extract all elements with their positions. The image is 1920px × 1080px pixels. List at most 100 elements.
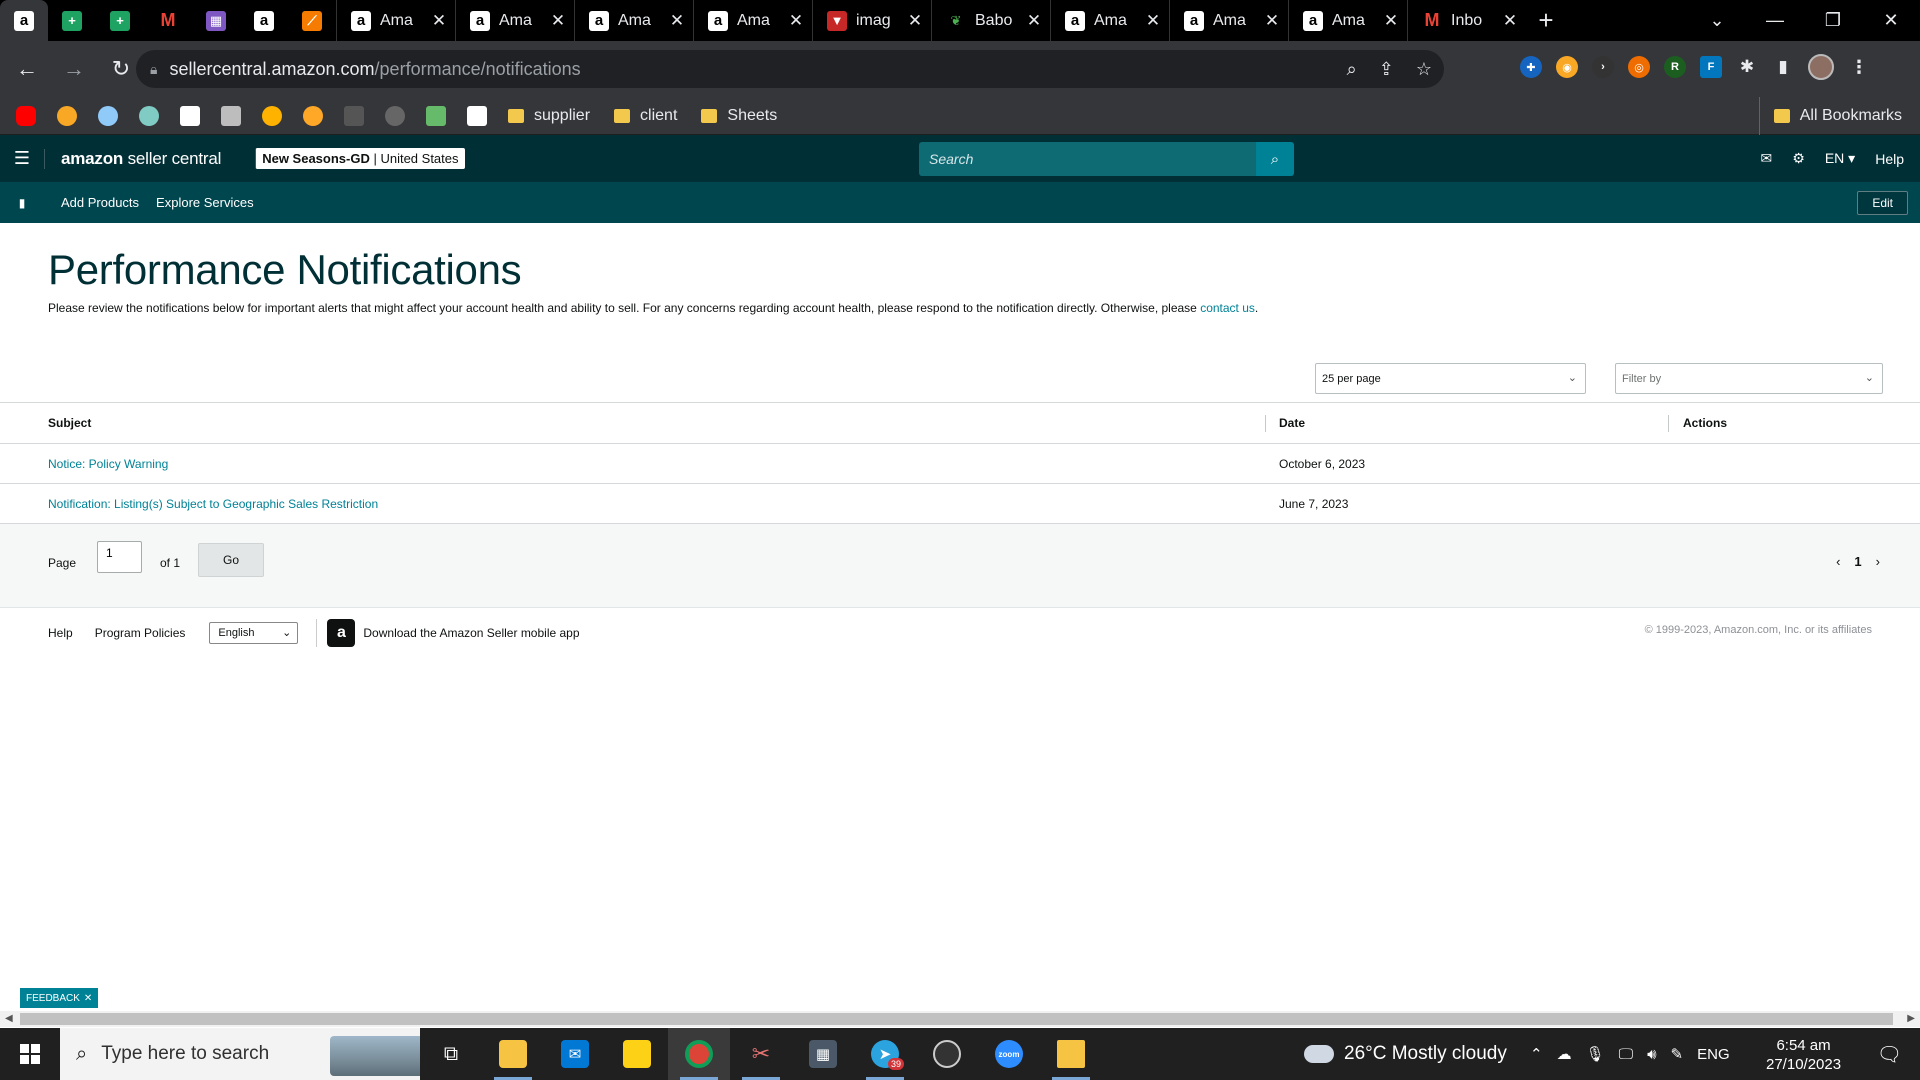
gear-icon[interactable]: ⚙	[1792, 150, 1805, 167]
taskbar-file-explorer[interactable]	[482, 1028, 544, 1080]
bookmark-folder-supplier[interactable]: supplier	[508, 107, 590, 125]
browser-tab[interactable]: a Ama ✕	[693, 0, 812, 41]
chatgpt-icon[interactable]	[139, 105, 159, 126]
bookmark-folder-sheets[interactable]: Sheets	[701, 107, 777, 125]
task-view-button[interactable]: ⧉	[420, 1028, 482, 1080]
pinned-tab-sheets-1[interactable]: +	[48, 0, 96, 41]
browser-tab[interactable]: a Ama ✕	[455, 0, 574, 41]
taskbar-clock[interactable]: 6:54 am 27/10/2023	[1766, 1036, 1841, 1074]
browser-tab[interactable]: a Ama ✕	[1050, 0, 1169, 41]
taskbar-chrome[interactable]	[668, 1028, 730, 1080]
browser-tab[interactable]: a Ama ✕	[336, 0, 455, 41]
weather-widget[interactable]: 26°C Mostly cloudy	[1300, 1028, 1507, 1080]
close-icon[interactable]: ✕	[1026, 11, 1042, 31]
volume-icon[interactable]: 🔊︎	[1647, 1046, 1656, 1063]
taskbar-sticky-notes[interactable]	[606, 1028, 668, 1080]
footer-language-select[interactable]: English ⌄	[209, 622, 299, 644]
help-link[interactable]: Help	[1875, 151, 1904, 167]
horizontal-scrollbar[interactable]: ◀ ▶	[0, 1011, 1920, 1027]
amazon-icon[interactable]	[467, 105, 487, 126]
go-button[interactable]: Go	[198, 543, 264, 577]
extension-icon[interactable]: F	[1700, 56, 1722, 78]
chevron-up-icon[interactable]: ⌃	[1530, 1045, 1543, 1063]
taskbar-calculator[interactable]: ▦	[792, 1028, 854, 1080]
taskbar-file-manager[interactable]	[1040, 1028, 1102, 1080]
bookmark-folder-client[interactable]: client	[614, 107, 677, 125]
bank-icon[interactable]	[221, 105, 241, 126]
share-icon[interactable]: ⇪	[1379, 59, 1394, 80]
input-language[interactable]: ENG	[1697, 1046, 1730, 1063]
close-icon[interactable]: ✕	[84, 993, 92, 1004]
extension-icon[interactable]: ✚	[1520, 56, 1542, 78]
language-selector[interactable]: EN ▾	[1825, 150, 1855, 167]
hamburger-menu-icon[interactable]: ☰	[0, 148, 44, 169]
bookmark-icon[interactable]	[303, 105, 323, 126]
taskbar-search[interactable]: ⌕	[60, 1028, 420, 1080]
lock-icon[interactable]: 🔒︎	[150, 61, 157, 78]
pinned-tab-sheets-2[interactable]: +	[96, 0, 144, 41]
bookmark-icon[interactable]	[98, 105, 118, 126]
close-icon[interactable]: ✕	[1145, 11, 1161, 31]
subnav-explore-services[interactable]: Explore Services	[156, 195, 254, 210]
all-bookmarks[interactable]: All Bookmarks	[1758, 97, 1902, 135]
taskbar-snipping-tool[interactable]: ✂	[730, 1028, 792, 1080]
woocommerce-icon[interactable]	[180, 105, 200, 126]
forward-icon[interactable]: →	[54, 56, 94, 82]
pinned-tab-orange[interactable]: ⟋	[288, 0, 336, 41]
slack-icon[interactable]	[426, 105, 446, 126]
bookmark-icon[interactable]	[57, 105, 77, 126]
browser-tab[interactable]: ▼ imag ✕	[812, 0, 931, 41]
tab-search-icon[interactable]: ⌄	[1688, 10, 1746, 31]
search-button[interactable]: ⌕	[1256, 142, 1294, 176]
bookmark-icon[interactable]: ▮	[0, 196, 44, 210]
bookmark-icon[interactable]	[385, 105, 405, 126]
close-icon[interactable]: ✕	[550, 11, 566, 31]
close-window-icon[interactable]: ✕	[1862, 10, 1920, 31]
star-icon[interactable]: ☆	[1416, 59, 1432, 80]
puzzle-icon[interactable]: ✱	[1736, 56, 1758, 78]
zoom-icon[interactable]: ⌕	[1347, 59, 1357, 80]
youtube-icon[interactable]	[16, 105, 36, 126]
scroll-left-icon[interactable]: ◀	[5, 1011, 13, 1027]
close-icon[interactable]: ✕	[669, 11, 685, 31]
browser-tab[interactable]: a Ama ✕	[574, 0, 693, 41]
pinned-tab-amazon[interactable]: a	[0, 0, 48, 41]
column-header-date[interactable]: Date	[1279, 403, 1305, 443]
browser-tab[interactable]: a Ama ✕	[1169, 0, 1288, 41]
notification-subject-link[interactable]: Notification: Listing(s) Subject to Geog…	[48, 484, 378, 523]
start-button[interactable]	[0, 1028, 60, 1080]
mail-icon[interactable]: ✉	[1761, 150, 1773, 167]
reload-icon[interactable]: ↻	[101, 56, 141, 82]
scrollbar-thumb[interactable]	[20, 1013, 1893, 1025]
onedrive-icon[interactable]: ☁	[1557, 1045, 1572, 1063]
taskbar-telegram[interactable]: ➤ 39	[854, 1028, 916, 1080]
notification-subject-link[interactable]: Notice: Policy Warning	[48, 444, 168, 483]
sun-icon[interactable]	[262, 105, 282, 126]
address-bar[interactable]: 🔒︎ sellercentral.amazon.com/performance/…	[136, 50, 1444, 88]
close-icon[interactable]: ✕	[1383, 11, 1399, 31]
close-icon[interactable]: ✕	[788, 11, 804, 31]
seller-central-logo[interactable]: amazon seller central	[44, 148, 239, 169]
extension-icon[interactable]: ◉	[1556, 56, 1578, 78]
minimize-icon[interactable]: —	[1746, 10, 1804, 31]
feedback-button[interactable]: FEEDBACK ✕	[20, 988, 99, 1008]
notification-center-icon[interactable]: 🗨︎	[1877, 1042, 1902, 1067]
footer-help-link[interactable]: Help	[48, 626, 73, 640]
subnav-add-products[interactable]: Add Products	[61, 195, 139, 210]
contact-us-link[interactable]: contact us	[1200, 301, 1255, 315]
microphone-icon[interactable]: 🎙︎	[1586, 1045, 1605, 1063]
browser-tab[interactable]: ❦ Babo ✕	[931, 0, 1050, 41]
bookmark-icon[interactable]	[344, 105, 364, 126]
extension-icon[interactable]: R	[1664, 56, 1686, 78]
per-page-select[interactable]: 25 per page ⌄	[1315, 363, 1586, 394]
close-icon[interactable]: ✕	[907, 11, 923, 31]
mobile-app-link[interactable]: a Download the Amazon Seller mobile app	[316, 619, 580, 647]
pinned-tab-amazon-2[interactable]: a	[240, 0, 288, 41]
chevron-right-icon[interactable]: ›	[1876, 554, 1880, 569]
restore-icon[interactable]: ❐	[1804, 10, 1862, 31]
back-icon[interactable]: ←	[7, 56, 47, 82]
close-icon[interactable]: ✕	[431, 11, 447, 31]
profile-avatar[interactable]	[1808, 54, 1834, 80]
extension-icon[interactable]: ›	[1592, 56, 1614, 78]
taskbar-zoom[interactable]: zoom	[978, 1028, 1040, 1080]
